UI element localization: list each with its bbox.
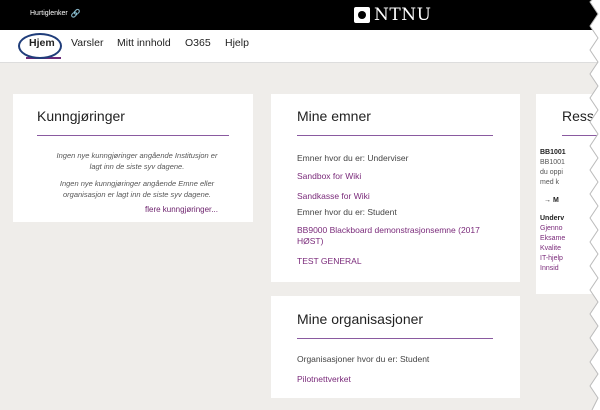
course-link-bb9000[interactable]: BB9000 Blackboard demonstrasjonsemne (20…: [297, 225, 512, 247]
resources-link-4[interactable]: IT-hjelp: [540, 254, 563, 264]
resources-item-text-2: du oppi: [540, 169, 563, 176]
tab-varsler[interactable]: Varsler: [71, 37, 103, 49]
organisation-link-pilotnettverket[interactable]: Pilotnettverket: [297, 374, 351, 385]
my-organisations-title: Mine organisasjoner: [297, 311, 424, 327]
link-icon: 🔗: [70, 9, 81, 18]
torn-edge-decoration: [589, 0, 600, 410]
tab-hjelp[interactable]: Hjelp: [225, 37, 249, 49]
my-organisations-card: Mine organisasjoner Organisasjoner hvor …: [271, 296, 520, 398]
tab-o365[interactable]: O365: [185, 37, 211, 49]
course-link-sandbox-wiki[interactable]: Sandbox for Wiki: [297, 171, 361, 182]
ntnu-logo-mark: [354, 7, 370, 23]
announcements-card: Kunngjøringer Ingen nye kunngjøringer an…: [13, 94, 253, 222]
ntnu-logo[interactable]: NTNU: [354, 5, 431, 25]
resources-link-5[interactable]: Innsid: [540, 264, 559, 274]
highlight-circle: [18, 33, 62, 59]
resources-link-3[interactable]: Kvalite: [540, 244, 561, 254]
resources-link-1[interactable]: Gjenno: [540, 224, 563, 234]
course-role-teacher: Emner hvor du er: Underviser: [297, 153, 409, 163]
my-courses-card: Mine emner Emner hvor du er: Underviser …: [271, 94, 520, 282]
resources-section-title: Underv: [540, 215, 565, 222]
resources-arrow-link[interactable]: → M: [544, 196, 559, 206]
resources-item-text-3: med k: [540, 179, 560, 186]
my-courses-title: Mine emner: [297, 108, 371, 124]
main-nav: Hjem Varsler Mitt innhold O365 Hjelp: [0, 30, 600, 63]
tab-mitt-innhold[interactable]: Mitt innhold: [117, 37, 171, 49]
announcements-course-msg: Ingen nye kunngjøringer angående Emne el…: [59, 179, 215, 199]
my-organisations-divider: [297, 338, 493, 339]
course-role-student: Emner hvor du er: Student: [297, 207, 397, 217]
course-link-sandkasse-wiki[interactable]: Sandkasse for Wiki: [297, 191, 370, 202]
my-courses-divider: [297, 135, 493, 136]
resources-link-2[interactable]: Eksame: [540, 234, 565, 244]
organisation-role-student: Organisasjoner hvor du er: Student: [297, 354, 430, 364]
ntnu-logo-text: NTNU: [374, 5, 432, 25]
top-bar: Hurtiglenker 🔗 NTNU: [0, 0, 600, 30]
more-announcements-link[interactable]: flere kunngjøringer...: [145, 205, 218, 214]
quicklinks-link[interactable]: Hurtiglenker 🔗: [30, 9, 81, 18]
resources-item-title: BB1001: [540, 149, 566, 156]
resources-item-text-1: BB1001: [540, 159, 565, 166]
announcements-institution-msg: Ingen nye kunngjøringer angående Institu…: [56, 151, 218, 171]
announcements-title: Kunngjøringer: [37, 108, 125, 124]
quicklinks-label: Hurtiglenker: [30, 10, 68, 17]
announcements-divider: [37, 135, 229, 136]
course-link-test-general[interactable]: TEST GENERAL: [297, 256, 362, 267]
